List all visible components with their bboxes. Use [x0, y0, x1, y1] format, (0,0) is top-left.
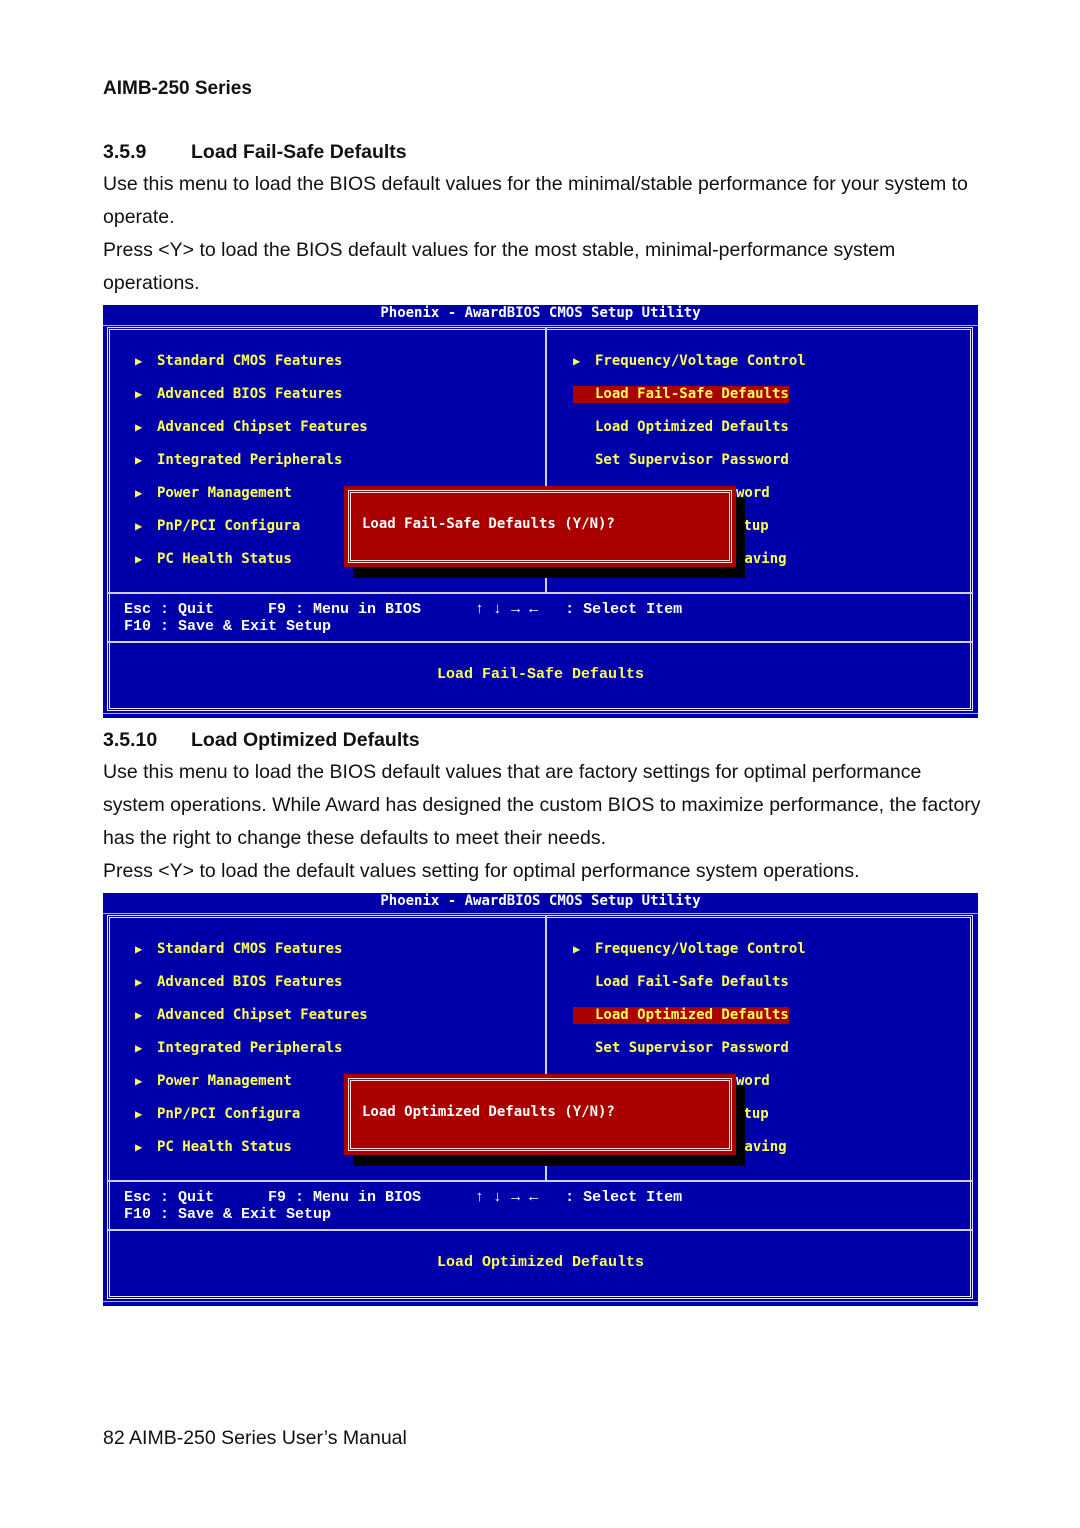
triangle-right-icon: ▶ — [135, 519, 143, 533]
menu-item-label: Load Fail-Safe Defaults — [595, 974, 789, 990]
bios-menu-item[interactable]: ▶ Frequency/Voltage Control — [573, 941, 806, 958]
paragraph: Use this menu to load the BIOS default v… — [103, 173, 968, 228]
menu-item-label: Advanced BIOS Features — [157, 386, 343, 402]
menu-item-label: Load Fail-Safe Defaults — [595, 386, 789, 402]
triangle-right-icon: ▶ — [135, 1041, 143, 1055]
menu-item-label: Advanced Chipset Features — [157, 419, 368, 435]
menu-item-label: Standard CMOS Features — [157, 353, 343, 369]
bios-title-bar: Phoenix - AwardBIOS CMOS Setup Utility — [103, 305, 978, 326]
page-footer: 82 AIMB-250 Series User’s Manual — [103, 1427, 407, 1449]
bios-menu-item[interactable]: ▶ Advanced Chipset Features — [135, 1007, 368, 1024]
bios-menu-item[interactable]: Set Supervisor Password — [595, 1040, 789, 1057]
menu-item-label: PnP/PCI Configura — [157, 518, 301, 534]
section-title: 3.5.9 Load Fail-Safe Defaults — [103, 141, 407, 164]
bios-menu-item[interactable]: Load Fail-Safe Defaults — [595, 974, 789, 991]
menu-item-label: Power Management — [157, 485, 292, 501]
divider — [107, 592, 973, 594]
bios-menu-item[interactable]: ▶ Advanced Chipset Features — [135, 419, 368, 436]
bios-title-bar: Phoenix - AwardBIOS CMOS Setup Utility — [103, 893, 978, 914]
triangle-right-icon: ▶ — [573, 354, 581, 368]
section-heading: Load Optimized Defaults — [191, 729, 420, 751]
menu-item-label: Frequency/Voltage Control — [595, 353, 806, 369]
bios-menu-item[interactable]: ▶ Integrated Peripherals — [135, 452, 342, 469]
menu-item-label: Set Supervisor Password — [595, 1040, 789, 1056]
key-help-line: Esc : Quit F9 : Menu in BIOS ↑ ↓ → ← : S… — [124, 601, 683, 618]
section-title: 3.5.10 Load Optimized Defaults — [103, 729, 420, 752]
bios-menu-item-selected[interactable]: Load Fail-Safe Defaults — [573, 386, 789, 403]
bios-menu-item[interactable]: ▶ Advanced BIOS Features — [135, 974, 342, 991]
menu-item-label: Integrated Peripherals — [157, 1040, 343, 1056]
menu-item-label: PC Health Status — [157, 1139, 292, 1155]
paragraph: Press <Y> to load the BIOS default value… — [103, 239, 896, 294]
bios-screenshot: Phoenix - AwardBIOS CMOS Setup Utility ▶ S… — [103, 893, 978, 1306]
menu-item-label: Advanced Chipset Features — [157, 1007, 368, 1023]
confirm-dialog[interactable]: Load Optimized Defaults (Y/N)? — [344, 1074, 736, 1155]
bios-menu-item[interactable]: Load Optimized Defaults — [595, 419, 789, 436]
triangle-right-icon: ▶ — [135, 975, 143, 989]
menu-item-label: PC Health Status — [157, 551, 292, 567]
status-line: Load Optimized Defaults — [436, 1254, 645, 1271]
triangle-right-icon: ▶ — [135, 552, 143, 566]
menu-item-label: Power Management — [157, 1073, 292, 1089]
paragraph: Press <Y> to load the default values set… — [103, 860, 860, 882]
dialog-prompt: Load Fail-Safe Defaults (Y/N)? — [362, 516, 615, 532]
menu-item-label: Standard CMOS Features — [157, 941, 343, 957]
triangle-right-icon: ▶ — [135, 354, 143, 368]
triangle-right-icon: ▶ — [135, 942, 143, 956]
bios-menu-item[interactable]: ▶ PnP/PCI Configura — [135, 518, 300, 535]
bottom-strip — [103, 713, 978, 718]
triangle-right-icon: ▶ — [135, 1140, 143, 1154]
bios-menu-item[interactable]: ▶ PC Health Status — [135, 551, 292, 568]
menu-item-label: Load Optimized Defaults — [595, 1007, 789, 1023]
section-number: 3.5.10 — [103, 729, 158, 751]
triangle-right-icon: ▶ — [135, 453, 143, 467]
menu-item-label: Advanced BIOS Features — [157, 974, 343, 990]
status-line: Load Fail-Safe Defaults — [436, 666, 645, 683]
bios-menu-item[interactable]: ▶ Integrated Peripherals — [135, 1040, 342, 1057]
menu-item-label: Frequency/Voltage Control — [595, 941, 806, 957]
key-help-line: F10 : Save & Exit Setup — [124, 618, 332, 635]
bios-menu-item[interactable]: ▶ Power Management — [135, 1073, 292, 1090]
bios-menu-item[interactable]: ▶ Frequency/Voltage Control — [573, 353, 806, 370]
bios-screenshot: Phoenix - AwardBIOS CMOS Setup Utility ▶ S… — [103, 305, 978, 718]
dialog-prompt: Load Optimized Defaults (Y/N)? — [362, 1104, 615, 1120]
running-head: AIMB-250 Series — [103, 78, 252, 99]
bios-menu-item[interactable]: ▶ Standard CMOS Features — [135, 941, 342, 958]
triangle-right-icon: ▶ — [135, 387, 143, 401]
divider — [107, 1229, 973, 1231]
section-heading: Load Fail-Safe Defaults — [191, 141, 407, 163]
key-help-line: F10 : Save & Exit Setup — [124, 1206, 332, 1223]
bottom-strip — [103, 1301, 978, 1306]
triangle-right-icon: ▶ — [135, 1008, 143, 1022]
menu-item-label: PnP/PCI Configura — [157, 1106, 301, 1122]
bios-menu-item[interactable]: ▶ PnP/PCI Configura — [135, 1106, 300, 1123]
bios-menu-item[interactable]: ▶ Advanced BIOS Features — [135, 386, 342, 403]
bios-menu-item[interactable]: Set Supervisor Password — [595, 452, 789, 469]
paragraph: Use this menu to load the BIOS default v… — [103, 761, 981, 849]
divider — [107, 641, 973, 643]
triangle-right-icon: ▶ — [135, 486, 143, 500]
section-number: 3.5.9 — [103, 141, 147, 163]
bios-menu-item[interactable]: ▶ Power Management — [135, 485, 292, 502]
bios-menu-item[interactable]: ▶ Standard CMOS Features — [135, 353, 342, 370]
triangle-right-icon: ▶ — [573, 942, 581, 956]
bios-menu-item-selected[interactable]: Load Optimized Defaults — [573, 1007, 789, 1024]
triangle-right-icon: ▶ — [135, 1107, 143, 1121]
bios-menu-item[interactable]: ▶ PC Health Status — [135, 1139, 292, 1156]
key-help-line: Esc : Quit F9 : Menu in BIOS ↑ ↓ → ← : S… — [124, 1189, 683, 1206]
menu-item-label: Load Optimized Defaults — [595, 419, 789, 435]
triangle-right-icon: ▶ — [135, 1074, 143, 1088]
menu-item-label: Set Supervisor Password — [595, 452, 789, 468]
menu-item-label: Integrated Peripherals — [157, 452, 343, 468]
confirm-dialog[interactable]: Load Fail-Safe Defaults (Y/N)? — [344, 486, 736, 567]
divider — [107, 1180, 973, 1182]
triangle-right-icon: ▶ — [135, 420, 143, 434]
